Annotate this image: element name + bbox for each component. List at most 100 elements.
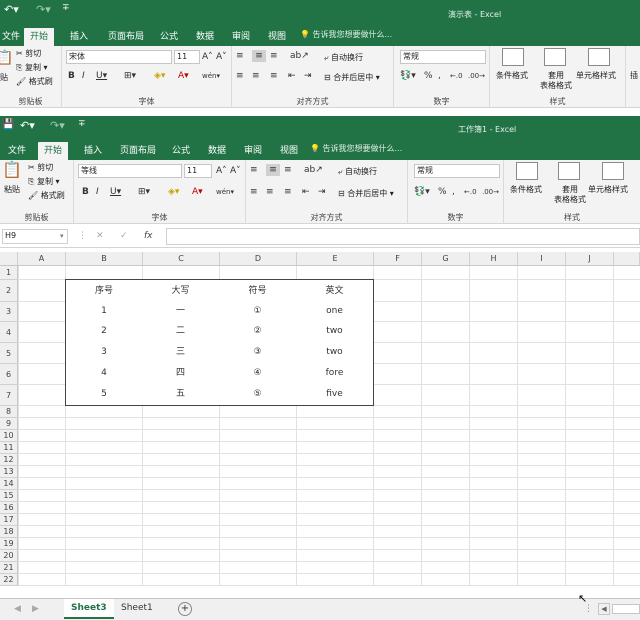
back-tab-home[interactable]: 开始 [24, 28, 55, 46]
back-accounting-icon[interactable]: 💱▾ [400, 70, 416, 82]
table-cell[interactable]: one [296, 301, 374, 322]
row-header-7[interactable]: 7 [0, 385, 18, 406]
add-sheet-icon[interactable]: + [178, 602, 192, 616]
front-increase-decimal-icon[interactable]: ←.0 [464, 186, 477, 198]
back-border-icon[interactable]: ⊞▾ [124, 70, 136, 82]
front-top-align-icon[interactable]: ≡ [250, 164, 258, 176]
worksheet-grid[interactable]: A B C D E F G H I J 1 2 3 4 5 6 7 8 9 10 11 12 13 14 15 16 17 18 19 2… [0, 252, 640, 598]
row-header-13[interactable]: 13 [0, 466, 18, 478]
front-tab-file[interactable]: 文件 [2, 142, 32, 160]
front-font-name-select[interactable]: 等线 [78, 164, 182, 178]
back-middle-align-icon[interactable]: ≡ [252, 50, 266, 62]
back-paste-label[interactable]: 贴 [0, 72, 8, 83]
front-align-center-icon[interactable]: ≡ [266, 186, 274, 198]
back-format-painter-button[interactable]: 🖌 格式刷 [16, 76, 53, 87]
table-cell[interactable]: 1 [65, 301, 143, 322]
back-orientation-icon[interactable]: ab↗ [290, 50, 309, 62]
front-orientation-icon[interactable]: ab↗ [304, 164, 323, 176]
front-merge-center-button[interactable]: ⊟ 合并后居中 ▾ [338, 188, 394, 199]
back-tab-file[interactable]: 文件 [0, 28, 26, 46]
front-paste-label[interactable]: 粘贴 [4, 184, 20, 195]
front-comma-icon[interactable]: , [452, 186, 455, 198]
back-tab-review[interactable]: 审阅 [226, 28, 256, 46]
front-grow-font-icon[interactable]: A˄ [216, 165, 227, 177]
back-shrink-font-icon[interactable]: A˅ [216, 51, 227, 63]
front-decrease-decimal-icon[interactable]: .00→ [482, 186, 499, 198]
back-font-color-icon[interactable]: A▾ [178, 70, 189, 82]
name-box[interactable]: H9 [2, 229, 68, 244]
back-align-center-icon[interactable]: ≡ [252, 70, 260, 82]
row-header-20[interactable]: 20 [0, 550, 18, 562]
column-header-i[interactable]: I [518, 252, 566, 266]
column-header-g[interactable]: G [422, 252, 470, 266]
back-tab-formulas[interactable]: 公式 [154, 28, 184, 46]
front-wrap-text-button[interactable]: ⤶ 自动换行 [338, 166, 377, 177]
back-cut-button[interactable]: ✂ 剪切 [16, 48, 41, 59]
front-underline-icon[interactable]: U▾ [110, 186, 121, 198]
row-header-12[interactable]: 12 [0, 454, 18, 466]
back-phonetic-icon[interactable]: wén▾ [202, 70, 220, 82]
customize-qat-icon[interactable]: ∓ [62, 3, 70, 13]
table-header-cell[interactable]: 符号 [219, 279, 297, 302]
back-conditional-format-icon[interactable] [502, 48, 524, 66]
sheet-scroll-left-icon[interactable]: ◀ [14, 603, 21, 615]
formula-bar-more-icon[interactable]: ⋮ [78, 230, 87, 242]
column-header-a[interactable]: A [18, 252, 66, 266]
cancel-entry-icon[interactable]: ✕ [96, 230, 104, 242]
row-header-5[interactable]: 5 [0, 343, 18, 364]
table-cell[interactable]: 4 [65, 363, 143, 385]
back-align-right-icon[interactable]: ≡ [270, 70, 278, 82]
back-grow-font-icon[interactable]: A˄ [202, 51, 213, 63]
table-cell[interactable]: 二 [142, 321, 220, 343]
front-shrink-font-icon[interactable]: A˅ [230, 165, 241, 177]
row-header-10[interactable]: 10 [0, 430, 18, 442]
front-italic-icon[interactable]: I [96, 186, 99, 198]
table-cell[interactable]: 一 [142, 301, 220, 322]
back-format-table-icon[interactable] [544, 48, 566, 66]
column-header-j[interactable]: J [566, 252, 614, 266]
back-conditional-format-label[interactable]: 条件格式 [496, 70, 528, 81]
front-redo-icon[interactable]: ↷▾ [50, 119, 65, 132]
back-comma-icon[interactable]: , [438, 70, 441, 82]
row-header-1[interactable]: 1 [0, 266, 18, 280]
row-header-16[interactable]: 16 [0, 502, 18, 514]
front-accounting-icon[interactable]: 💱▾ [414, 186, 430, 198]
front-tab-insert[interactable]: 插入 [78, 142, 108, 160]
back-format-table-line2[interactable]: 表格格式 [540, 80, 572, 91]
column-header-e[interactable]: E [297, 252, 374, 266]
back-copy-button[interactable]: ⎘ 复制 ▾ [16, 62, 48, 73]
front-cut-button[interactable]: ✂ 剪切 [28, 162, 53, 173]
back-wrap-text-button[interactable]: ⤶ 自动换行 [324, 52, 363, 63]
table-cell[interactable]: 三 [142, 342, 220, 364]
back-cell-styles-icon[interactable] [588, 48, 610, 66]
table-cell[interactable]: ⑤ [219, 384, 297, 406]
table-cell[interactable]: ② [219, 321, 297, 343]
row-header-14[interactable]: 14 [0, 478, 18, 490]
column-header-c[interactable]: C [143, 252, 220, 266]
front-conditional-format-icon[interactable] [516, 162, 538, 180]
table-cell[interactable]: 3 [65, 342, 143, 364]
front-bold-icon[interactable]: B [82, 186, 89, 198]
front-number-format-select[interactable]: 常规 [414, 164, 500, 178]
front-percent-icon[interactable]: % [438, 186, 447, 198]
formula-input[interactable] [166, 228, 640, 245]
column-header-h[interactable]: H [470, 252, 518, 266]
row-header-6[interactable]: 6 [0, 364, 18, 385]
table-cell[interactable]: 5 [65, 384, 143, 406]
row-header-2[interactable]: 2 [0, 280, 18, 302]
row-header-11[interactable]: 11 [0, 442, 18, 454]
row-header-8[interactable]: 8 [0, 406, 18, 418]
back-underline-icon[interactable]: U▾ [96, 70, 107, 82]
back-tab-page-layout[interactable]: 页面布局 [102, 28, 150, 46]
sheet-tab-sheet1[interactable]: Sheet1 [114, 599, 160, 619]
front-conditional-format-label[interactable]: 条件格式 [510, 184, 542, 195]
front-customize-qat-icon[interactable]: ∓ [78, 119, 86, 129]
table-header-cell[interactable]: 英文 [296, 279, 374, 302]
paste-icon[interactable]: 📋 [0, 51, 13, 65]
row-header-4[interactable]: 4 [0, 322, 18, 343]
front-middle-align-icon[interactable]: ≡ [266, 164, 280, 176]
save-icon[interactable]: 💾 [2, 119, 14, 130]
back-decrease-decimal-icon[interactable]: .00→ [468, 70, 485, 82]
front-tell-me[interactable]: 💡 告诉我您想要做什么... [310, 143, 402, 154]
front-increase-indent-icon[interactable]: ⇥ [318, 186, 326, 198]
